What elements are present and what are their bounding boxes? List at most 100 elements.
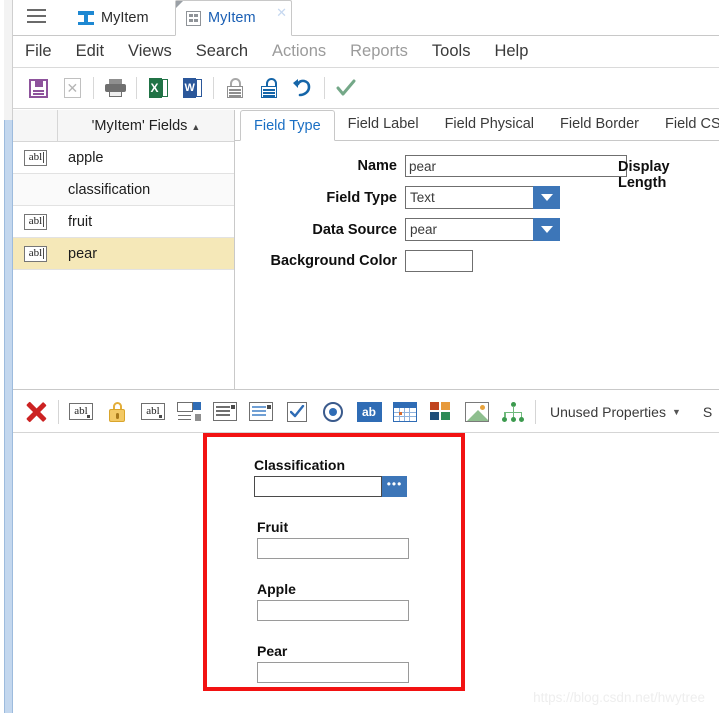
tab-field-border[interactable]: Field Border [547, 109, 652, 140]
selection-highlight-box: Classification ••• Fruit Apple Pear [203, 433, 465, 691]
multi-select-lines-icon [249, 402, 273, 421]
window-tab-label: MyItem [101, 10, 149, 26]
red-x-icon [25, 401, 47, 423]
tab-field-css[interactable]: Field CSS [652, 109, 719, 140]
word-export-icon: W [182, 78, 202, 98]
text-field-widget-button[interactable]: abl [63, 394, 99, 430]
combo-box-icon [177, 401, 201, 422]
canvas-field-classification[interactable]: Classification ••• [254, 457, 407, 497]
form-row-background-color: Background Color [235, 250, 719, 272]
menu-bar: File Edit Views Search Actions Reports T… [13, 36, 719, 68]
field-type-label: Field Type [326, 189, 397, 206]
canvas-field-pear[interactable]: Pear [257, 643, 409, 683]
excel-export-icon: X [148, 78, 168, 98]
toolbar-divider [324, 77, 325, 99]
multiselect-widget-button[interactable] [243, 394, 279, 430]
hamburger-menu-icon[interactable] [27, 9, 46, 25]
window-tab-myitem-2[interactable]: MyItem ✕ [175, 0, 292, 36]
protected-field-widget-button[interactable] [99, 394, 135, 430]
printer-icon [104, 79, 126, 97]
print-button[interactable] [98, 71, 132, 105]
chevron-down-icon[interactable] [533, 218, 560, 241]
color-tiles-icon [430, 401, 452, 422]
apply-button[interactable] [329, 71, 363, 105]
pear-input[interactable] [257, 662, 409, 683]
field-caption: Pear [257, 643, 288, 659]
undo-button[interactable] [286, 71, 320, 105]
tab-field-physical[interactable]: Field Physical [432, 109, 547, 140]
field-type-form: Display Length Name Field Type Text Data… [235, 141, 719, 272]
field-name-cell: classification [68, 181, 151, 198]
field-name-cell: fruit [68, 213, 93, 230]
combo-widget-button[interactable] [171, 394, 207, 430]
menu-item-edit[interactable]: Edit [76, 42, 104, 61]
table-row[interactable]: abl pear [13, 238, 234, 270]
table-row[interactable]: abl apple [13, 142, 234, 174]
radio-widget-button[interactable] [315, 394, 351, 430]
unlock-button[interactable] [252, 71, 286, 105]
tiles-widget-button[interactable] [423, 394, 459, 430]
field-name-cell: pear [68, 245, 98, 262]
export-excel-button[interactable]: X [141, 71, 175, 105]
ibeam-logo-icon [78, 11, 94, 25]
delete-widget-button[interactable] [18, 394, 54, 430]
field-detail-panel: Field Type Field Label Field Physical Fi… [235, 110, 719, 390]
close-icon[interactable]: ✕ [276, 6, 287, 19]
save-button[interactable] [21, 71, 55, 105]
menu-item-tools[interactable]: Tools [432, 42, 471, 61]
background-color-swatch[interactable] [405, 250, 473, 272]
form-design-canvas[interactable]: Classification ••• Fruit Apple Pear http… [13, 433, 719, 713]
undo-arrow-icon [292, 78, 314, 98]
tab-field-label[interactable]: Field Label [335, 109, 432, 140]
ab-label-icon: ab [356, 401, 382, 422]
window-tab-myitem-1[interactable]: MyItem [68, 0, 159, 36]
apple-input[interactable] [257, 600, 409, 621]
display-length-label: Display Length [618, 159, 670, 191]
menu-item-help[interactable]: Help [494, 42, 528, 61]
tab-field-type[interactable]: Field Type [240, 110, 335, 141]
tree-hierarchy-icon [501, 401, 525, 422]
list-widget-button[interactable] [207, 394, 243, 430]
unused-properties-dropdown[interactable]: Unused Properties ▼ [550, 404, 681, 420]
lock-button[interactable] [218, 71, 252, 105]
yellow-padlock-icon [108, 401, 126, 422]
left-edge-strip [0, 0, 13, 713]
fields-list-title-column-header[interactable]: 'MyItem' Fields ▲ [58, 118, 234, 134]
name-input[interactable] [405, 155, 627, 177]
image-widget-button[interactable] [459, 394, 495, 430]
canvas-field-fruit[interactable]: Fruit [257, 519, 409, 559]
window-tab-label: MyItem [208, 10, 256, 26]
palette-divider [535, 399, 536, 424]
canvas-field-apple[interactable]: Apple [257, 581, 409, 621]
data-source-select[interactable]: pear [405, 218, 560, 241]
field-type-icon-cell: abl [13, 142, 58, 173]
table-row[interactable]: abl fruit [13, 206, 234, 238]
hierarchy-widget-button[interactable] [495, 394, 531, 430]
menu-item-views[interactable]: Views [128, 42, 172, 61]
field-type-select[interactable]: Text [405, 186, 560, 209]
chevron-down-icon: ▼ [671, 406, 681, 417]
text-area-widget-button[interactable]: abl [135, 394, 171, 430]
table-row[interactable]: classification [13, 174, 234, 206]
export-word-button[interactable]: W [175, 71, 209, 105]
menu-item-actions[interactable]: Actions [272, 42, 326, 61]
checkbox-widget-button[interactable] [279, 394, 315, 430]
lookup-ellipsis-button[interactable]: ••• [382, 476, 407, 497]
chevron-down-icon[interactable] [533, 186, 560, 209]
label-widget-button[interactable]: ab [351, 394, 387, 430]
menu-item-search[interactable]: Search [196, 42, 248, 61]
abl-text-field-icon: abl [24, 213, 47, 230]
grid-document-icon [186, 10, 201, 26]
fields-list-icon-column-header [13, 109, 58, 142]
menu-item-file[interactable]: File [25, 42, 52, 61]
grid-widget-button[interactable] [387, 394, 423, 430]
delete-button[interactable]: ✕ [55, 71, 89, 105]
menu-item-reports[interactable]: Reports [350, 42, 408, 61]
unused-properties-label: Unused Properties [550, 403, 666, 420]
classification-input[interactable] [254, 476, 382, 497]
lock-closed-icon [226, 78, 244, 98]
abl-textarea-icon: abl [141, 403, 165, 420]
main-toolbar: ✕ X W [13, 68, 719, 109]
fruit-input[interactable] [257, 538, 409, 559]
data-source-selected-value: pear [405, 218, 533, 241]
